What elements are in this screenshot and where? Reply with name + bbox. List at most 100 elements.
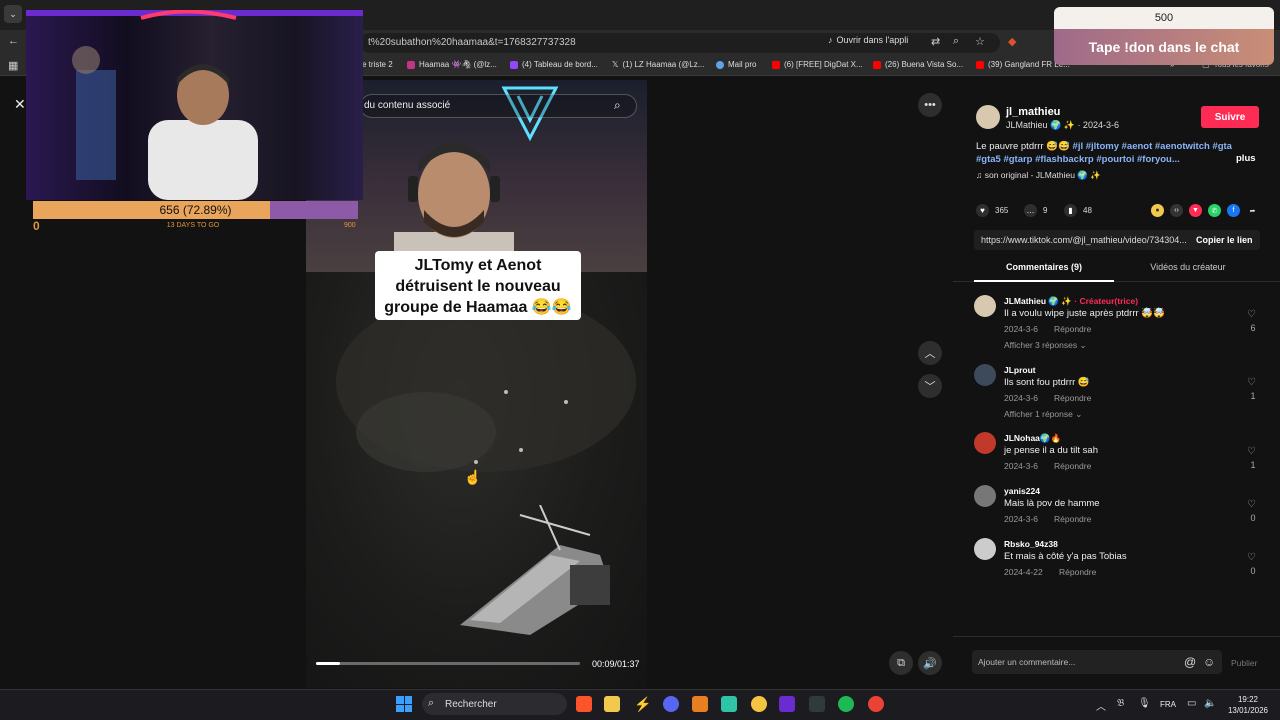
copy-link-button[interactable]: Copier le lien	[1196, 235, 1253, 245]
speaker-icon[interactable]: 🔈	[1204, 698, 1216, 709]
comment-author[interactable]: yanis224	[1004, 486, 1040, 496]
extension-icon[interactable]: ◆	[1008, 35, 1016, 48]
bookmark-icon: ▮	[1064, 204, 1077, 217]
emoji-icon[interactable]: ☺	[1203, 655, 1215, 669]
comment-like-icon[interactable]: ♡	[1247, 499, 1256, 510]
comment-author[interactable]: JLMathieu 🌍 ✨ · Créateur(trice)	[1004, 296, 1138, 307]
comment-like-icon[interactable]: ♡	[1247, 377, 1256, 388]
tray-overflow-icon[interactable]: ︿	[1096, 698, 1106, 713]
bookmark-item[interactable]: Mail pro	[716, 60, 756, 69]
youtube-icon	[772, 60, 780, 69]
app-icon[interactable]	[751, 696, 767, 712]
hand-cursor-icon: ☝	[464, 469, 482, 485]
show-replies-button[interactable]: Afficher 1 réponse ⌄	[1004, 409, 1082, 420]
translate-icon[interactable]: ⇄	[931, 35, 940, 48]
reply-button[interactable]: Répondre	[1054, 461, 1091, 471]
video-progress-bar[interactable]	[316, 662, 580, 665]
video-time: 00:09/01:37	[592, 659, 640, 669]
more-options-icon[interactable]: •••	[918, 93, 942, 117]
reply-button[interactable]: Répondre	[1059, 567, 1096, 577]
tray-app-icon[interactable]: 𝔅	[1117, 698, 1124, 709]
comment-like-count: 0	[1250, 513, 1256, 523]
spotify-icon[interactable]	[838, 696, 854, 712]
comment-text: Et mais à côté y'a pas Tobias	[1004, 551, 1127, 562]
microphone-icon[interactable]: 🎙	[1138, 698, 1151, 709]
show-replies-button[interactable]: Afficher 3 réponses ⌄	[1004, 340, 1087, 351]
bookmark-label: Haamaa 👾🦓 (@lz...	[419, 60, 497, 69]
comment-like-icon[interactable]: ♡	[1247, 446, 1256, 457]
embed-icon[interactable]: ‹›	[1170, 204, 1183, 217]
bookmark-item[interactable]: (4) Tableau de bord...	[510, 60, 598, 69]
reply-button[interactable]: Répondre	[1054, 514, 1091, 524]
publish-button[interactable]: Publier	[1231, 658, 1257, 668]
star-icon[interactable]: ☆	[975, 35, 985, 48]
bookmark-item[interactable]: e triste 2	[362, 60, 393, 69]
comment-author[interactable]: JLNohaa🌍🔥	[1004, 433, 1061, 444]
lightning-app-icon[interactable]: ⚡	[634, 696, 651, 712]
coin-icon[interactable]: ●	[1151, 204, 1164, 217]
network-icon[interactable]: ▭	[1187, 698, 1196, 709]
open-in-app-button[interactable]: ♪ Ouvrir dans l'appli	[828, 35, 908, 45]
reply-button[interactable]: Répondre	[1054, 393, 1091, 403]
comment-avatar[interactable]	[974, 485, 996, 507]
tab-comments[interactable]: Commentaires (9)	[974, 262, 1114, 272]
comment-avatar[interactable]	[974, 364, 996, 386]
like-stat[interactable]: ♥ 365	[976, 204, 1008, 217]
share-arrow-icon[interactable]: ➦	[1246, 204, 1259, 217]
donation-cta: Tape !don dans le chat	[1054, 29, 1274, 65]
taskbar-clock[interactable]: 19:22 13/01/2026	[1226, 694, 1270, 716]
send-icon[interactable]: ▼	[1189, 204, 1202, 217]
comment-like-icon[interactable]: ♡	[1247, 552, 1256, 563]
windows-start-icon[interactable]	[396, 696, 412, 712]
comment-avatar[interactable]	[974, 295, 996, 317]
comment-stat[interactable]: … 9	[1024, 204, 1047, 217]
creator-avatar[interactable]	[976, 105, 1000, 129]
comment-date: 2024-4-22	[1004, 567, 1043, 577]
app-icon[interactable]	[721, 696, 737, 712]
url-text[interactable]: t%20subathon%20haamaa&t=1768327737328	[368, 37, 576, 48]
bookmark-item[interactable]: 𝕏 (1) LZ Haamaa (@Lz...	[612, 60, 704, 69]
video-caption: JLTomy et Aenot détruisent le nouveau gr…	[375, 251, 581, 320]
brave-icon[interactable]	[576, 696, 592, 712]
more-description-button[interactable]: plus	[1236, 153, 1256, 164]
tab-list-button[interactable]: ⌄	[4, 5, 22, 23]
save-stat[interactable]: ▮ 48	[1064, 204, 1092, 217]
facebook-icon[interactable]: f	[1227, 204, 1240, 217]
post-description-text: Le pauvre ptdrrr 😅😅	[976, 141, 1073, 152]
comment-avatar[interactable]	[974, 538, 996, 560]
discord-icon[interactable]	[663, 696, 679, 712]
chrome-icon[interactable]	[868, 696, 884, 712]
comment-avatar[interactable]	[974, 432, 996, 454]
music-label[interactable]: ♫ son original - JLMathieu 🌍 ✨	[976, 170, 1101, 181]
next-app-icon[interactable]	[779, 696, 795, 712]
floating-player-icon[interactable]: ⧉	[889, 651, 913, 675]
bookmark-label: Mail pro	[728, 60, 757, 69]
search-icon[interactable]: ⌕	[614, 98, 621, 113]
creator-username[interactable]: jl_mathieu	[1006, 106, 1060, 118]
follow-button[interactable]: Suivre	[1201, 106, 1259, 128]
tab-creator-videos[interactable]: Vidéos du créateur	[1116, 262, 1260, 272]
language-indicator[interactable]: FRA	[1160, 700, 1176, 709]
whatsapp-icon[interactable]: ✆	[1208, 204, 1221, 217]
bookmark-item[interactable]: (6) [FREE] DigDat X...	[772, 60, 863, 69]
comment-input-placeholder: Ajouter un commentaire...	[978, 657, 1076, 667]
zoom-icon[interactable]: ⌕	[953, 35, 959, 48]
mention-icon[interactable]: @	[1184, 655, 1196, 669]
comment-like-icon[interactable]: ♡	[1247, 309, 1256, 320]
share-link-url[interactable]: https://www.tiktok.com/@jl_mathieu/video…	[981, 235, 1187, 245]
bookmark-item[interactable]: Haamaa 👾🦓 (@lz...	[407, 60, 497, 69]
file-explorer-icon[interactable]	[604, 696, 620, 712]
bookmark-item[interactable]: (26) Buena Vista So...	[873, 60, 963, 69]
volume-icon[interactable]: 🔊	[918, 651, 942, 675]
comment-author[interactable]: JLprout	[1004, 365, 1036, 375]
apps-grid-icon[interactable]: ▦	[8, 59, 18, 72]
comment-author[interactable]: Rbsko_94z38	[1004, 539, 1058, 549]
previous-video-icon[interactable]: ︿	[918, 341, 942, 365]
next-video-icon[interactable]: ﹀	[918, 374, 942, 398]
youtube-icon	[976, 60, 984, 69]
close-icon[interactable]: ✕	[14, 96, 26, 113]
back-icon[interactable]: ←	[8, 35, 19, 47]
reply-button[interactable]: Répondre	[1054, 324, 1091, 334]
app-icon[interactable]	[809, 696, 825, 712]
streamlabs-icon[interactable]	[692, 696, 708, 712]
